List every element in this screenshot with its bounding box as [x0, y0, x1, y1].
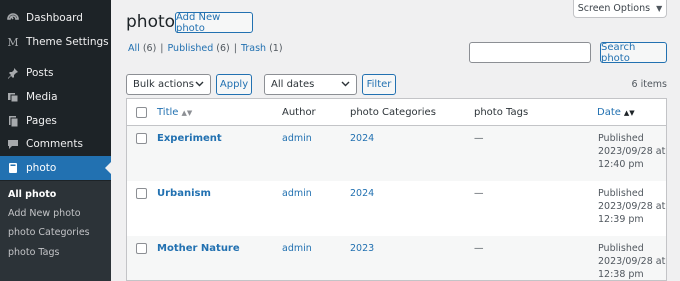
comments-icon [0, 138, 26, 150]
sidebar-item-label: Posts [26, 67, 54, 79]
submenu-photo-categories[interactable]: photo Categories [8, 227, 90, 238]
items-count: 6 items [631, 79, 667, 90]
theme-settings-icon: M [7, 35, 19, 49]
column-photo-tags: photo Tags [474, 107, 529, 118]
table-row: Urbanism admin 2024 — Published 2023/09/2… [127, 181, 666, 236]
sidebar-item-label: Media [26, 91, 58, 103]
screen-options-button[interactable]: Screen Options ▼ [573, 0, 667, 18]
chevron-down-icon [341, 79, 350, 90]
add-new-photo-button[interactable]: Add New photo [175, 12, 253, 34]
column-author: Author [282, 107, 316, 118]
apply-button[interactable]: Apply [216, 74, 252, 95]
row-tags: — [474, 243, 484, 254]
sort-desc-icon: ▲▼ [623, 109, 635, 117]
sidebar-item-label: Pages [26, 115, 57, 127]
photo-icon [0, 162, 26, 174]
sidebar-item-posts[interactable]: Posts [0, 61, 111, 85]
table-row: Experiment admin 2024 — Published 2023/09… [127, 126, 666, 181]
view-trash[interactable]: Trash (1) [241, 43, 283, 54]
sidebar-item-label: Dashboard [26, 12, 83, 24]
sidebar-item-pages[interactable]: Pages [0, 109, 111, 133]
row-checkbox[interactable] [136, 133, 147, 144]
pin-icon [0, 67, 26, 79]
chevron-down-icon [195, 79, 204, 90]
dates-value: All dates [271, 79, 315, 90]
dashboard-icon [0, 12, 26, 24]
sidebar-item-theme-settings[interactable]: M Theme Settings [0, 30, 111, 54]
row-tags: — [474, 188, 484, 199]
submenu-photo-tags[interactable]: photo Tags [8, 247, 59, 258]
photo-table: Title ▲▼ Author photo Categories photo Ta… [126, 98, 667, 281]
view-separator: | [233, 43, 237, 54]
row-checkbox[interactable] [136, 243, 147, 254]
table-header: Title ▲▼ Author photo Categories photo Ta… [127, 99, 666, 126]
column-photo-categories: photo Categories [350, 107, 436, 118]
view-published[interactable]: Published (6) [167, 43, 229, 54]
row-title[interactable]: Mother Nature [157, 243, 240, 254]
select-all-checkbox[interactable] [136, 107, 147, 118]
sidebar-item-media[interactable]: Media [0, 85, 111, 109]
page-title: photo [126, 12, 176, 32]
row-date: Published 2023/09/28 at 12:40 pm [598, 133, 666, 170]
row-tags: — [474, 133, 484, 144]
sidebar-item-comments[interactable]: Comments [0, 132, 111, 156]
row-author[interactable]: admin [282, 243, 312, 254]
caret-down-icon: ▼ [656, 4, 663, 13]
submenu-add-new-photo[interactable]: Add New photo [8, 208, 81, 219]
photo-submenu: All photo Add New photo photo Categories… [0, 181, 111, 281]
row-title[interactable]: Experiment [157, 133, 222, 144]
search-input[interactable] [469, 42, 591, 63]
row-category[interactable]: 2023 [350, 243, 374, 254]
screen-options-label: Screen Options [577, 3, 651, 14]
sidebar-item-photo[interactable]: photo [0, 156, 111, 180]
row-author[interactable]: admin [282, 133, 312, 144]
row-date: Published 2023/09/28 at 12:39 pm [598, 188, 666, 225]
row-category[interactable]: 2024 [350, 188, 374, 199]
dates-select[interactable]: All dates [264, 74, 357, 95]
sidebar-item-label: photo [26, 162, 57, 174]
table-row: Mother Nature admin 2023 — Published 2023… [127, 236, 666, 280]
media-icon [0, 91, 26, 103]
pages-icon [0, 115, 26, 127]
row-date: Published 2023/09/28 at 12:38 pm [598, 243, 666, 280]
bulk-actions-value: Bulk actions [133, 79, 194, 90]
row-title[interactable]: Urbanism [157, 188, 211, 199]
status-views: All (6) | Published (6) | Trash (1) [128, 43, 283, 54]
sort-icon: ▲▼ [181, 109, 193, 117]
filter-button[interactable]: Filter [362, 74, 396, 95]
search-photo-button[interactable]: Search photo [600, 42, 667, 64]
row-checkbox[interactable] [136, 188, 147, 199]
bulk-actions-select[interactable]: Bulk actions [126, 74, 211, 95]
admin-sidebar: Dashboard M Theme Settings Posts Media P… [0, 0, 111, 281]
sidebar-item-dashboard[interactable]: Dashboard [0, 6, 111, 30]
view-separator: | [160, 43, 164, 54]
view-all[interactable]: All (6) [128, 43, 156, 54]
submenu-all-photo[interactable]: All photo [8, 189, 56, 200]
column-date[interactable]: Date ▲▼ [597, 107, 635, 118]
sidebar-item-label: Theme Settings [26, 36, 109, 48]
column-title[interactable]: Title ▲▼ [157, 107, 192, 118]
sidebar-item-label: Comments [26, 138, 83, 150]
row-author[interactable]: admin [282, 188, 312, 199]
row-category[interactable]: 2024 [350, 133, 374, 144]
